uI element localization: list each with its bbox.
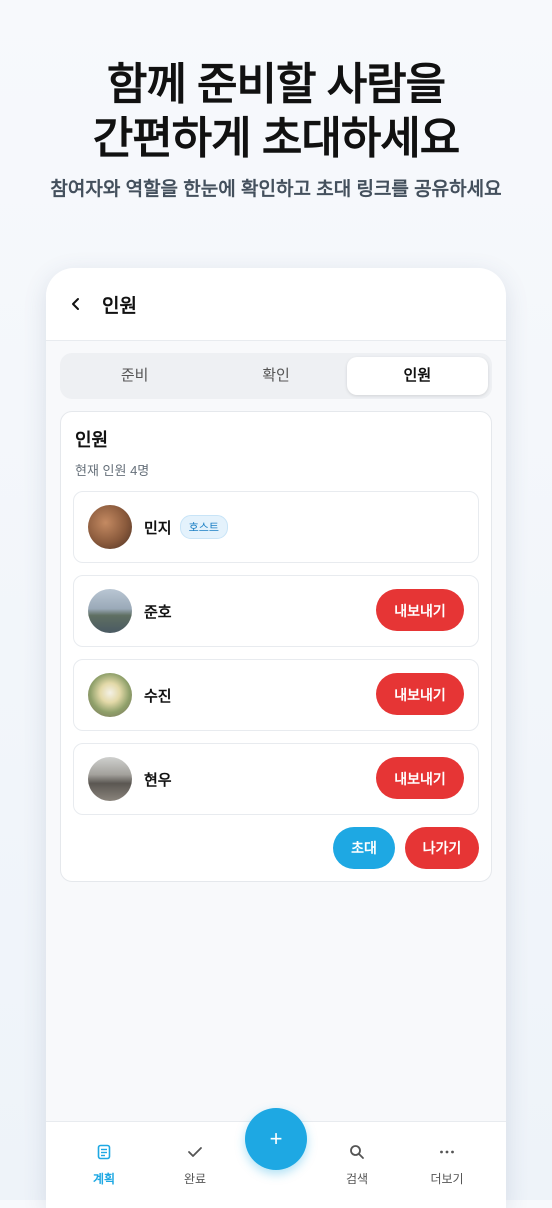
promo-subline: 참여자와 역할을 한눈에 확인하고 초대 링크를 공유하세요	[50, 179, 502, 200]
headline-line-2: 간편하게 초대하세요	[92, 114, 461, 163]
nav-label: 완료	[183, 1172, 207, 1186]
card-title: 인원	[75, 430, 109, 450]
tab-bar: 준비 확인 인원	[60, 353, 492, 399]
card-actions: 초대 나가기	[73, 827, 479, 869]
member-count: 현재 인원 4명	[75, 463, 150, 478]
member-name: 수진	[144, 687, 172, 705]
avatar	[88, 505, 132, 549]
check-icon	[155, 1142, 235, 1162]
members-card: 인원 현재 인원 4명 민지 호스트 준호 내보내기 수진 내보내기 현우 내보…	[60, 411, 492, 882]
kick-button[interactable]: 내보내기	[376, 673, 464, 715]
member-row: 준호 내보내기	[73, 575, 479, 647]
member-row: 민지 호스트	[73, 491, 479, 563]
bottom-nav: 계획 완료 + 검색 더보기	[46, 1108, 506, 1208]
avatar	[88, 589, 132, 633]
leave-button[interactable]: 나가기	[405, 827, 479, 869]
nav-done[interactable]: 완료	[155, 1142, 235, 1187]
nav-plan[interactable]: 계획	[64, 1142, 144, 1187]
member-name: 준호	[144, 603, 172, 621]
headline-line-1: 함께 준비할 사람을	[106, 60, 446, 109]
member-name: 민지	[144, 519, 172, 537]
nav-label: 계획	[92, 1172, 116, 1186]
avatar	[88, 673, 132, 717]
member-name: 현우	[144, 771, 172, 789]
chevron-left-icon[interactable]	[64, 292, 88, 316]
nav-more[interactable]: 더보기	[407, 1142, 487, 1187]
app-bar: 인원	[46, 268, 506, 341]
avatar	[88, 757, 132, 801]
phone-frame: 인원 준비 확인 인원 인원 현재 인원 4명 민지 호스트 준호 내보내기 수…	[46, 268, 506, 1208]
nav-label: 검색	[345, 1172, 369, 1186]
page-title: 인원	[102, 295, 137, 317]
document-icon	[64, 1142, 144, 1162]
kick-button[interactable]: 내보내기	[376, 757, 464, 799]
tab-confirm[interactable]: 확인	[205, 357, 346, 395]
invite-button[interactable]: 초대	[333, 827, 395, 869]
kick-button[interactable]: 내보내기	[376, 589, 464, 631]
tab-prepare[interactable]: 준비	[64, 357, 205, 395]
host-badge: 호스트	[179, 515, 228, 539]
member-row: 수진 내보내기	[73, 659, 479, 731]
nav-label: 더보기	[430, 1172, 464, 1186]
nav-search[interactable]: 검색	[317, 1142, 397, 1187]
more-icon	[407, 1142, 487, 1162]
member-row: 현우 내보내기	[73, 743, 479, 815]
promo-headline: 함께 준비할 사람을 간편하게 초대하세요	[0, 58, 552, 166]
add-button[interactable]: +	[245, 1108, 307, 1170]
search-icon	[317, 1142, 397, 1162]
tab-members[interactable]: 인원	[346, 357, 488, 395]
